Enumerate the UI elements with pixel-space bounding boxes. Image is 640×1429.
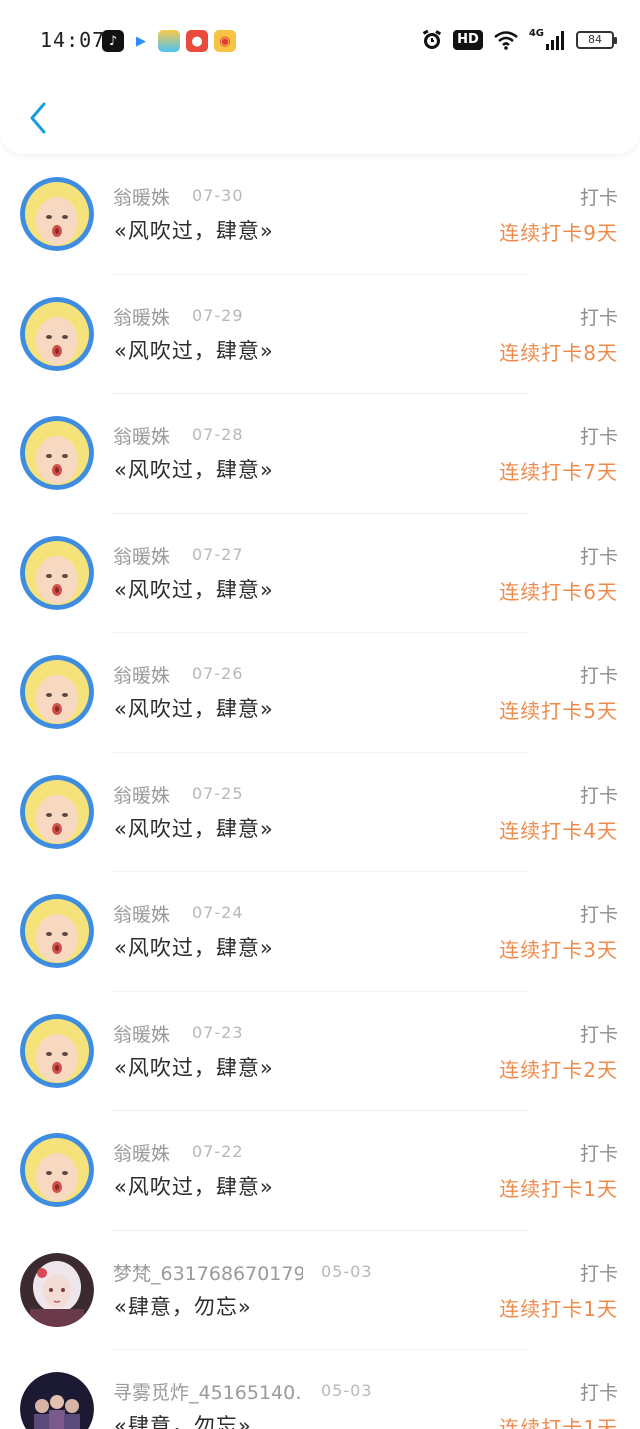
avatar[interactable] [20, 1372, 94, 1429]
checkin-date: 07-22 [192, 1142, 244, 1161]
chevron-left-icon [30, 102, 46, 134]
checkin-record-list: 翁暖姝 07-30 «风吹过，肆意» 打卡 连续打卡9天 翁暖姝 07-29 «风吹过，肆意»… [0, 155, 640, 1429]
checkin-type-label: 打卡 [579, 904, 618, 926]
user-name[interactable]: 梦梵_631768670179… [113, 1259, 303, 1286]
alarm-icon [421, 28, 443, 52]
checkin-record-row[interactable]: 翁暖姝 07-30 «风吹过，肆意» 打卡连续打卡9天 [0, 155, 640, 275]
checkin-content: «风吹过，肆意» [114, 338, 274, 363]
checkin-content: «风吹过，肆意» [114, 1175, 274, 1199]
checkin-type-label: 打卡 [579, 1023, 618, 1046]
avatar[interactable] [20, 1133, 94, 1207]
checkin-date: 07-25 [192, 783, 244, 803]
notification-icons: ♪ ▶ ● ◉ [102, 30, 236, 52]
checkin-type-label: 打卡 [579, 1143, 618, 1165]
checkin-content: «风吹过，肆意» [114, 458, 274, 482]
streak-label: 连续打卡1天 [499, 1177, 618, 1201]
hd-icon: HD [453, 30, 483, 50]
checkin-content: «风吹过，肆意» [114, 936, 274, 960]
user-name[interactable]: 寻雾觅炸_45165140… [113, 1378, 303, 1405]
checkin-date: 07-26 [192, 664, 244, 683]
checkin-type-label: 打卡 [579, 306, 618, 329]
user-name[interactable]: 翁暖姝 [113, 900, 170, 927]
streak-label: 连续打卡2天 [499, 1057, 618, 1082]
checkin-type-label: 打卡 [579, 187, 618, 209]
checkin-content: «风吹过，肆意» [114, 1055, 274, 1080]
avatar[interactable] [20, 416, 94, 490]
checkin-record-row[interactable]: 翁暖姝 07-28 «风吹过，肆意» 打卡连续打卡7天 [0, 394, 640, 514]
checkin-type-label: 打卡 [579, 1382, 618, 1404]
checkin-date: 07-23 [192, 1022, 244, 1042]
tiktok-icon: ♪ [102, 30, 124, 52]
status-time: 14:07 [40, 28, 106, 52]
checkin-record-row[interactable]: 翁暖姝 07-25 «风吹过，肆意» 打卡连续打卡4天 [0, 753, 640, 872]
checkin-date: 07-27 [192, 544, 244, 564]
streak-label: 连续打卡4天 [499, 818, 618, 843]
checkin-date: 07-28 [192, 425, 244, 444]
back-button[interactable] [18, 96, 58, 140]
checkin-record-row[interactable]: 梦梵_631768670179… 05-03 «肆意，勿忘» 打卡连续打卡1天 [0, 1231, 640, 1350]
checkin-content: «风吹过，肆意» [114, 577, 274, 602]
top-header: 14:07 ♪ ▶ ● ◉ HD 4G 84 [0, 0, 640, 154]
checkin-date: 07-30 [192, 186, 244, 205]
checkin-record-row[interactable]: 翁暖姝 07-26 «风吹过，肆意» 打卡连续打卡5天 [0, 633, 640, 753]
streak-label: 连续打卡7天 [499, 460, 618, 484]
battery-icon: 84 [576, 31, 617, 49]
streak-label: 连续打卡1天 [499, 1416, 618, 1429]
avatar[interactable] [20, 894, 94, 968]
checkin-date: 05-03 [321, 1261, 373, 1281]
checkin-record-row[interactable]: 寻雾觅炸_45165140… 05-03 «肆意，勿忘» 打卡连续打卡1天 [0, 1350, 640, 1429]
avatar[interactable] [20, 655, 94, 729]
user-name[interactable]: 翁暖姝 [113, 183, 170, 210]
checkin-record-row[interactable]: 翁暖姝 07-27 «风吹过，肆意» 打卡连续打卡6天 [0, 514, 640, 633]
network-type: 4G [528, 28, 544, 39]
checkin-records-page: 14:07 ♪ ▶ ● ◉ HD 4G 84 翁暖姝 07-30 «风吹过，肆意… [0, 0, 640, 1429]
streak-label: 连续打卡9天 [499, 221, 618, 245]
checkin-date: 05-03 [321, 1381, 373, 1400]
user-name[interactable]: 翁暖姝 [113, 303, 170, 330]
avatar[interactable] [20, 1252, 94, 1327]
streak-label: 连续打卡1天 [499, 1296, 618, 1321]
user-name[interactable]: 翁暖姝 [113, 1020, 170, 1047]
user-name[interactable]: 翁暖姝 [113, 661, 170, 688]
avatar[interactable] [20, 774, 94, 849]
checkin-type-label: 打卡 [579, 545, 618, 568]
status-indicators: HD 4G 84 [421, 28, 617, 52]
checkin-content: «肆意，勿忘» [114, 1414, 252, 1429]
streak-label: 连续打卡6天 [499, 579, 618, 604]
checkin-type-label: 打卡 [579, 426, 618, 448]
avatar[interactable] [20, 177, 94, 251]
checkin-content: «风吹过，肆意» [114, 219, 274, 243]
weibo-icon: ◉ [214, 30, 236, 52]
streak-label: 连续打卡8天 [499, 340, 618, 365]
user-name[interactable]: 翁暖姝 [113, 1139, 170, 1166]
checkin-date: 07-24 [192, 903, 244, 922]
wallet-icon [158, 30, 180, 52]
play-icon: ▶ [130, 30, 152, 52]
streak-label: 连续打卡3天 [499, 938, 618, 962]
checkin-content: «肆意，勿忘» [114, 1294, 252, 1319]
checkin-type-label: 打卡 [579, 1262, 618, 1285]
checkin-record-row[interactable]: 翁暖姝 07-24 «风吹过，肆意» 打卡连续打卡3天 [0, 872, 640, 992]
user-name[interactable]: 翁暖姝 [113, 781, 170, 808]
status-bar: 14:07 ♪ ▶ ● ◉ HD 4G 84 [0, 20, 640, 64]
avatar[interactable] [20, 535, 94, 610]
user-name[interactable]: 翁暖姝 [113, 542, 170, 569]
avatar[interactable] [20, 296, 94, 371]
checkin-record-row[interactable]: 翁暖姝 07-23 «风吹过，肆意» 打卡连续打卡2天 [0, 992, 640, 1111]
checkin-record-row[interactable]: 翁暖姝 07-22 «风吹过，肆意» 打卡连续打卡1天 [0, 1111, 640, 1231]
mascot-app-icon: ● [186, 30, 208, 52]
checkin-type-label: 打卡 [579, 665, 618, 687]
wifi-icon [493, 28, 519, 52]
checkin-type-label: 打卡 [579, 784, 618, 807]
user-name[interactable]: 翁暖姝 [113, 422, 170, 449]
cellular-signal-icon: 4G [529, 28, 566, 52]
checkin-record-row[interactable]: 翁暖姝 07-29 «风吹过，肆意» 打卡连续打卡8天 [0, 275, 640, 394]
checkin-date: 07-29 [192, 305, 244, 325]
checkin-content: «风吹过，肆意» [114, 697, 274, 721]
streak-label: 连续打卡5天 [499, 699, 618, 723]
avatar[interactable] [20, 1013, 94, 1088]
checkin-content: «风吹过，肆意» [114, 816, 274, 841]
